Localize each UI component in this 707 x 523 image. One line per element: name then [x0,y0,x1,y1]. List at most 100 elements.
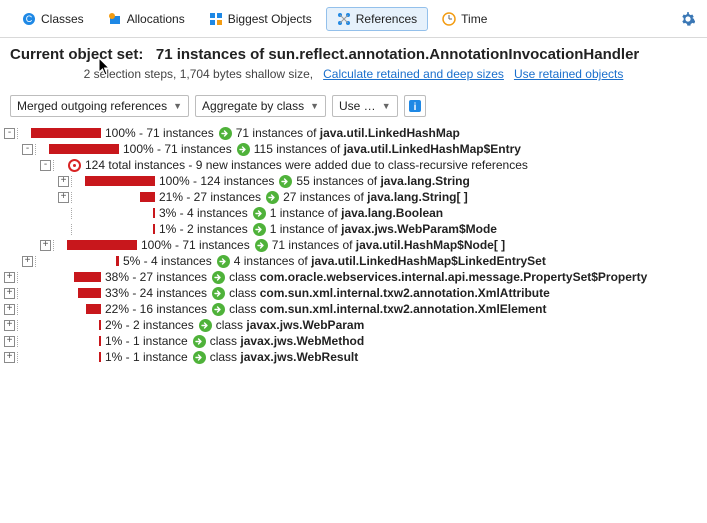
tab-label: Allocations [127,12,185,26]
expand-icon[interactable]: + [4,288,15,299]
row-label: 124 total instances - 9 new instances we… [85,158,528,172]
object-icon [217,255,230,268]
percent-label: 3% - 4 instances [159,206,248,220]
row-label: 55 instances of java.lang.String [296,174,469,188]
tree-row[interactable]: +2% - 2 instancesclass javax.jws.WebPara… [4,317,703,333]
references-icon [337,12,351,26]
tree-guide [71,208,81,219]
usage-bar [49,144,119,154]
tab-classes[interactable]: C Classes [12,8,94,30]
tree-row[interactable]: - 100% - 71 instances 115 instances of jav… [4,141,703,157]
tab-time[interactable]: Time [432,8,497,30]
row-label: 115 instances of java.util.LinkedHashMap… [254,142,521,156]
percent-label: 22% - 16 instances [105,302,207,316]
collapse-icon[interactable]: - [40,160,51,171]
row-label: 4 instances of java.util.LinkedHashMap$L… [234,254,546,268]
info-button[interactable]: i [404,95,426,117]
expand-icon[interactable]: + [4,304,15,315]
tree-row[interactable]: 3% - 4 instances 1 instance of java.lang.… [4,205,703,221]
object-icon [253,223,266,236]
tab-references[interactable]: References [326,7,428,31]
tree-row[interactable]: +5% - 4 instances4 instances of java.uti… [4,253,703,269]
tree-row[interactable]: - 124 total instances - 9 new instances w… [4,157,703,173]
tab-label: Classes [41,12,84,26]
tab-biggest-objects[interactable]: Biggest Objects [199,8,322,30]
tree-row[interactable]: 1% - 2 instances1 instance of javax.jws.… [4,221,703,237]
svg-text:i: i [413,102,416,113]
tree-guide [35,256,45,267]
combo-use[interactable]: Use … ▼ [332,95,398,117]
combo-label: Aggregate by class [202,99,304,113]
tree-guide [17,352,27,363]
row-label: class javax.jws.WebResult [210,350,359,364]
percent-label: 1% - 1 instance [105,334,188,348]
combo-label: Use … [339,99,376,113]
tree-row[interactable]: +33% - 24 instancesclass com.sun.xml.int… [4,285,703,301]
percent-label: 38% - 27 instances [105,270,207,284]
row-label: 1 instance of java.lang.Boolean [270,206,443,220]
percent-label: 100% - 124 instances [159,174,274,188]
object-icon [255,239,268,252]
tree-guide [17,320,27,331]
biggest-icon [209,12,223,26]
gear-icon[interactable] [681,12,695,26]
tree-guide [35,144,45,155]
tree-guide [17,304,27,315]
percent-label: 100% - 71 instances [123,142,232,156]
tree-guide [53,240,63,251]
tab-allocations[interactable]: Allocations [98,8,195,30]
combo-merged-references[interactable]: Merged outgoing references ▼ [10,95,189,117]
tree-row[interactable]: +1% - 1 instance class javax.jws.WebResul… [4,349,703,365]
tree-row[interactable]: -100% - 71 instances71 instances of java… [4,125,703,141]
tab-label: References [356,12,417,26]
usage-bar [31,336,101,346]
expand-icon[interactable]: + [4,320,15,331]
tree-row[interactable]: +1% - 1 instanceclass javax.jws.WebMetho… [4,333,703,349]
usage-bar [31,128,101,138]
collapse-icon[interactable]: - [22,144,33,155]
tree-guide [53,160,63,171]
object-icon [212,303,225,316]
percent-label: 21% - 27 instances [159,190,261,204]
combo-aggregate[interactable]: Aggregate by class ▼ [195,95,326,117]
tree-row[interactable]: +21% - 27 instances27 instances of java.… [4,189,703,205]
collapse-icon[interactable]: - [4,128,15,139]
expand-icon[interactable]: + [58,176,69,187]
object-icon [279,175,292,188]
tree-row[interactable]: +100% - 124 instances 55 instances of jav… [4,173,703,189]
header-value: 71 instances of sun.reflect.annotation.A… [156,46,639,63]
tree-row[interactable]: +22% - 16 instancesclass com.sun.xml.int… [4,301,703,317]
usage-bar [31,272,101,282]
percent-label: 100% - 71 instances [141,238,250,252]
object-set-header: Current object set: 71 instances of sun.… [0,38,707,85]
expand-icon[interactable]: + [40,240,51,251]
chevron-down-icon: ▼ [173,101,182,111]
usage-bar [85,224,155,234]
tree-row[interactable]: +100% - 71 instances 71 instances of java… [4,237,703,253]
chevron-down-icon: ▼ [310,101,319,111]
row-label: 71 instances of java.util.HashMap$Node[ … [272,238,505,252]
usage-bar [85,192,155,202]
object-icon [193,351,206,364]
expand-icon[interactable]: + [4,336,15,347]
link-calc-retained[interactable]: Calculate retained and deep sizes [323,67,504,81]
row-label: 1 instance of javax.jws.WebParam$Mode [270,222,497,236]
tree-guide [17,288,27,299]
usage-bar [85,208,155,218]
combo-label: Merged outgoing references [17,99,167,113]
object-icon [212,271,225,284]
expand-icon[interactable]: + [58,192,69,203]
tree-guide [71,224,81,235]
link-use-retained[interactable]: Use retained objects [514,67,623,81]
expand-icon[interactable]: + [22,256,33,267]
expand-icon[interactable]: + [4,352,15,363]
clock-icon [442,12,456,26]
reference-tree: - 100% - 71 instances 71 instances of java… [0,121,707,369]
object-icon [237,143,250,156]
percent-label: 1% - 1 instance [105,350,188,364]
tree-row[interactable]: +38% - 27 instancesclass com.oracle.webs… [4,269,703,285]
view-tabs: C Classes Allocations Biggest Objects Re… [0,0,707,38]
usage-bar [31,352,101,362]
expand-icon[interactable]: + [4,272,15,283]
allocations-icon [108,12,122,26]
